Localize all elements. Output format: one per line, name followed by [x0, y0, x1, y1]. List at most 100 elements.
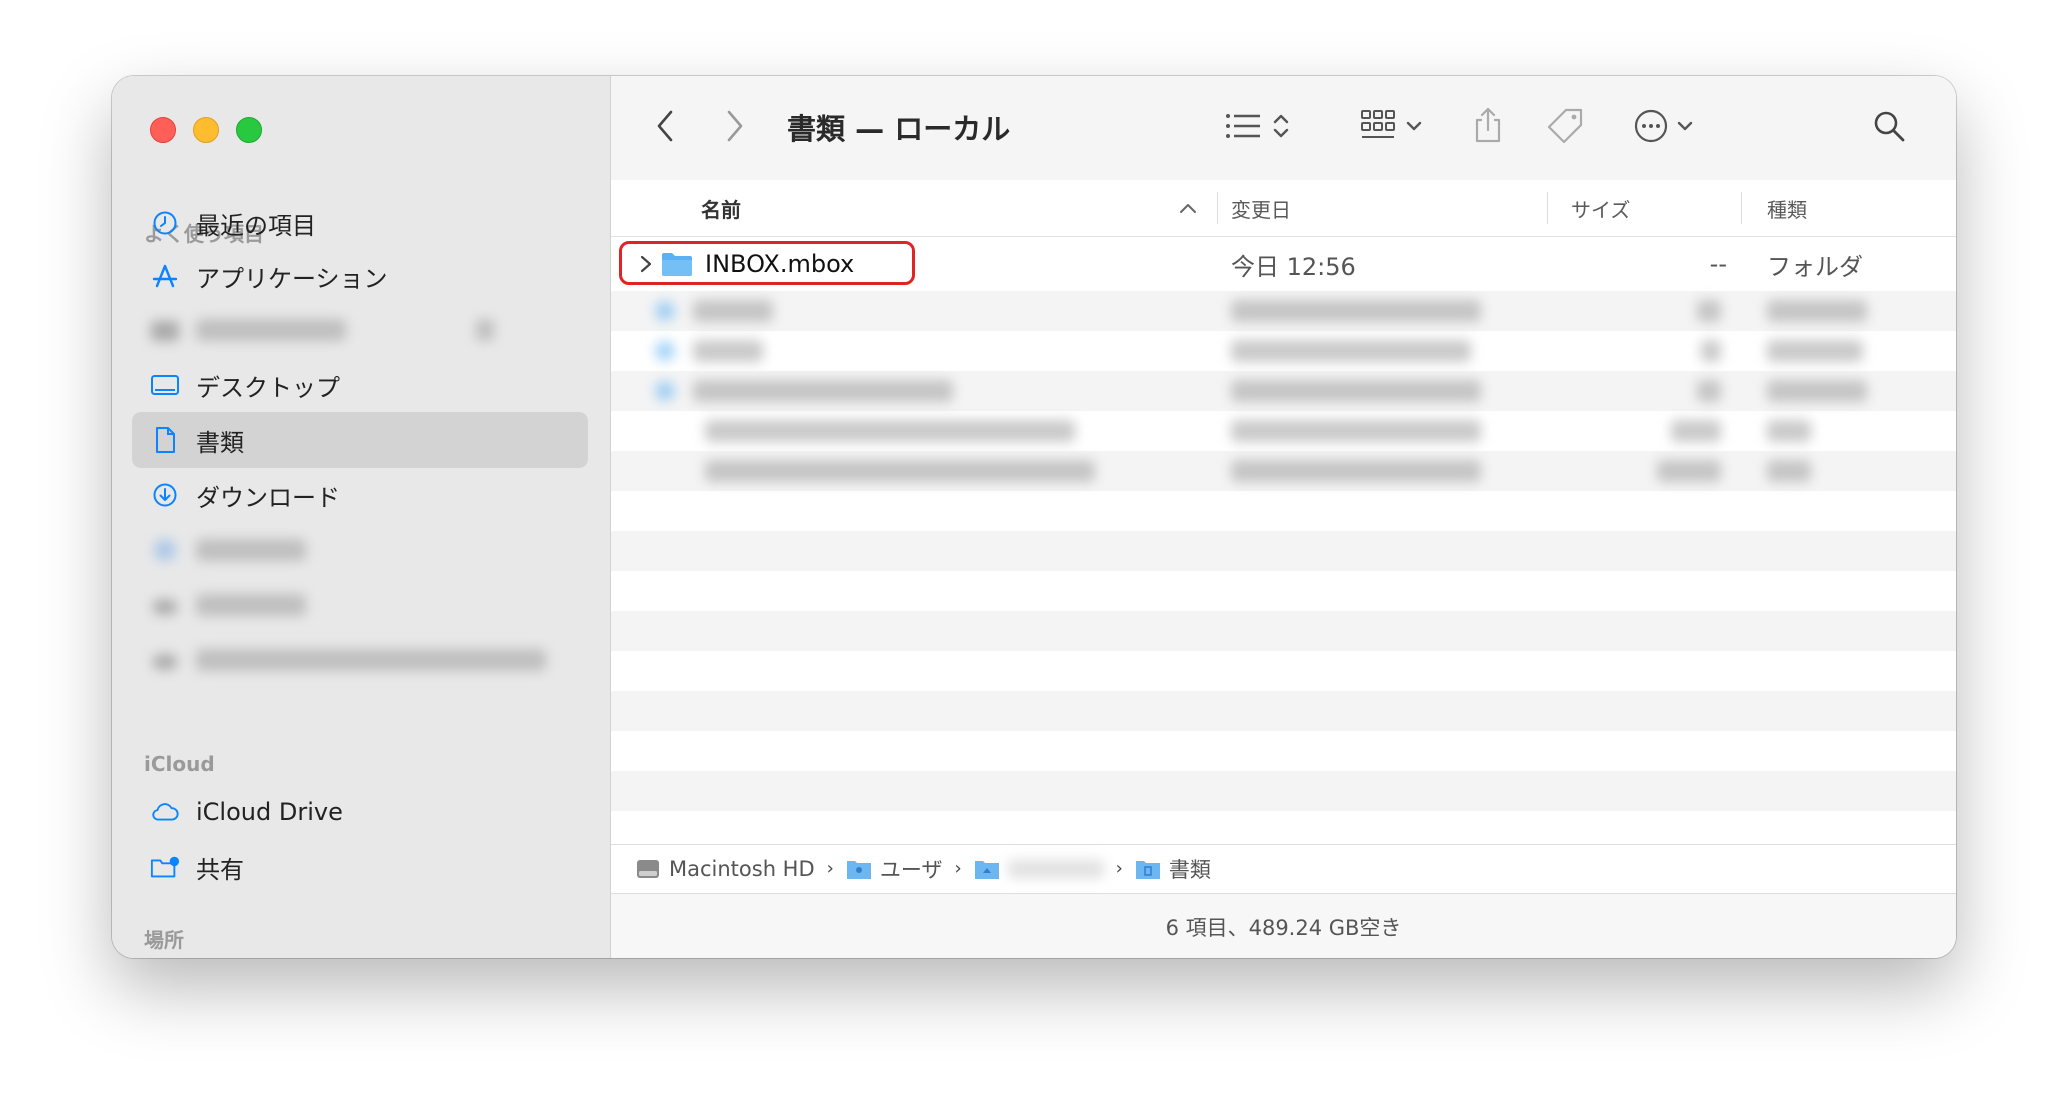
column-header-kind[interactable]: 種類 [1767, 180, 1807, 236]
apps-icon [150, 261, 180, 291]
empty-row [611, 651, 1956, 691]
redacted-row-date [1231, 371, 1481, 411]
file-modified: 今日 12:56 [1231, 252, 1356, 281]
drive-icon [150, 315, 180, 345]
sidebar-item-downloads[interactable]: ダウンロード [132, 467, 588, 523]
table-row[interactable] [611, 291, 1956, 331]
toolbar: 書類 — ローカル [611, 76, 1956, 181]
redacted-row-kind [1767, 411, 1811, 451]
redacted-label [196, 539, 306, 561]
redacted-row-size [1671, 411, 1721, 451]
sidebar-item-documents[interactable]: 書類 [132, 412, 588, 468]
minimize-button[interactable] [193, 117, 219, 143]
column-size-label: サイズ [1571, 197, 1631, 222]
column-modified-label: 変更日 [1231, 197, 1291, 222]
status-bar: 6 項目、489.24 GB空き [611, 893, 1956, 958]
sidebar-item-redacted[interactable] [132, 302, 588, 358]
column-name-label: 名前 [701, 197, 741, 222]
grid-group-icon [1361, 110, 1395, 138]
more-actions-button[interactable] [1623, 104, 1703, 148]
column-divider[interactable] [1217, 192, 1218, 224]
sidebar-item-redacted[interactable] [132, 632, 588, 688]
document-icon [150, 425, 180, 455]
shared-folder-icon [150, 852, 180, 882]
view-options-button[interactable] [1215, 106, 1299, 146]
column-divider[interactable] [1741, 192, 1742, 224]
path-item-users[interactable]: ユーザ [846, 854, 942, 884]
table-row[interactable] [611, 371, 1956, 411]
search-button[interactable] [1867, 104, 1911, 148]
redacted-row-content [639, 331, 763, 371]
sidebar-item-desktop[interactable]: デスクトップ [132, 357, 588, 413]
chevron-down-icon [1677, 121, 1693, 131]
path-item-macintosh-hd[interactable]: Macintosh HD [635, 856, 815, 882]
sidebar-item-label: 書類 [196, 428, 244, 457]
redacted-row-size [1697, 371, 1721, 411]
redacted-row-kind [1767, 331, 1863, 371]
redacted-row-content [639, 291, 773, 331]
table-row[interactable] [611, 411, 1956, 451]
redacted-row-content [705, 411, 1075, 451]
sidebar-item-recents[interactable]: 最近の項目 [132, 195, 588, 251]
path-item-label: Macintosh HD [669, 856, 815, 881]
file-list: INBOX.mbox 今日 12:56 -- フォルダ [611, 237, 1956, 919]
empty-row [611, 571, 1956, 611]
path-bar: Macintosh HD › ユーザ › › 書類 [611, 844, 1956, 892]
sidebar-item-redacted[interactable] [132, 577, 588, 633]
redacted-row-content [705, 451, 1095, 491]
zoom-button[interactable] [236, 117, 262, 143]
redacted-icon [150, 535, 180, 565]
empty-row [611, 611, 1956, 651]
window-title: 書類 — ローカル [787, 112, 1011, 146]
hard-drive-icon [637, 859, 659, 878]
column-header-name[interactable]: 名前 [701, 180, 1121, 236]
home-folder-icon [974, 860, 999, 879]
sidebar-item-label: 共有 [196, 855, 244, 884]
documents-folder-icon [1135, 860, 1160, 879]
status-text: 6 項目、489.24 GB空き [1165, 915, 1402, 940]
redacted-row-size [1701, 331, 1721, 371]
path-item-home[interactable] [974, 858, 1104, 880]
sidebar-item-icloud-drive[interactable]: iCloud Drive [132, 784, 588, 840]
sidebar-item-applications[interactable]: アプリケーション [132, 248, 588, 304]
redacted-row-date [1231, 451, 1481, 491]
search-icon [1874, 111, 1905, 142]
redacted-row-size [1657, 451, 1721, 491]
empty-row [611, 691, 1956, 731]
path-item-documents[interactable]: 書類 [1135, 854, 1211, 884]
column-header-modified[interactable]: 変更日 [1231, 180, 1291, 236]
sidebar-item-shared[interactable]: 共有 [132, 839, 588, 895]
sidebar-item-label: ダウンロード [196, 483, 340, 512]
group-button[interactable] [1353, 104, 1429, 148]
forward-button[interactable] [717, 104, 753, 148]
column-header-size[interactable]: サイズ [1571, 180, 1630, 236]
redacted-label [196, 319, 346, 341]
redacted-row-kind [1767, 451, 1811, 491]
close-button[interactable] [150, 117, 176, 143]
redacted-row-date [1231, 331, 1471, 371]
path-separator-icon: › [1115, 858, 1123, 879]
redacted-badge [476, 319, 494, 341]
sort-ascending-icon[interactable] [1179, 180, 1197, 236]
sidebar-item-label: デスクトップ [196, 373, 340, 402]
list-view-icon [1226, 114, 1260, 138]
share-button[interactable] [1465, 100, 1511, 150]
sidebar-item-label: アプリケーション [196, 264, 388, 293]
cloud-icon [150, 797, 180, 827]
file-size: -- [1709, 250, 1727, 278]
back-button[interactable] [647, 104, 683, 148]
column-divider[interactable] [1547, 192, 1548, 224]
users-folder-icon [846, 860, 871, 879]
path-item-label: 書類 [1168, 857, 1211, 882]
redacted-label [196, 649, 546, 671]
table-row[interactable] [611, 451, 1956, 491]
redacted-row-date [1231, 411, 1481, 451]
desktop-icon [150, 370, 180, 400]
chevron-down-icon [1406, 121, 1422, 131]
table-row[interactable] [611, 331, 1956, 371]
tag-button[interactable] [1541, 102, 1589, 150]
empty-row [611, 731, 1956, 771]
tag-icon [1547, 108, 1583, 144]
sidebar-item-redacted[interactable] [132, 522, 588, 578]
table-row[interactable]: INBOX.mbox 今日 12:56 -- フォルダ [611, 237, 1956, 291]
